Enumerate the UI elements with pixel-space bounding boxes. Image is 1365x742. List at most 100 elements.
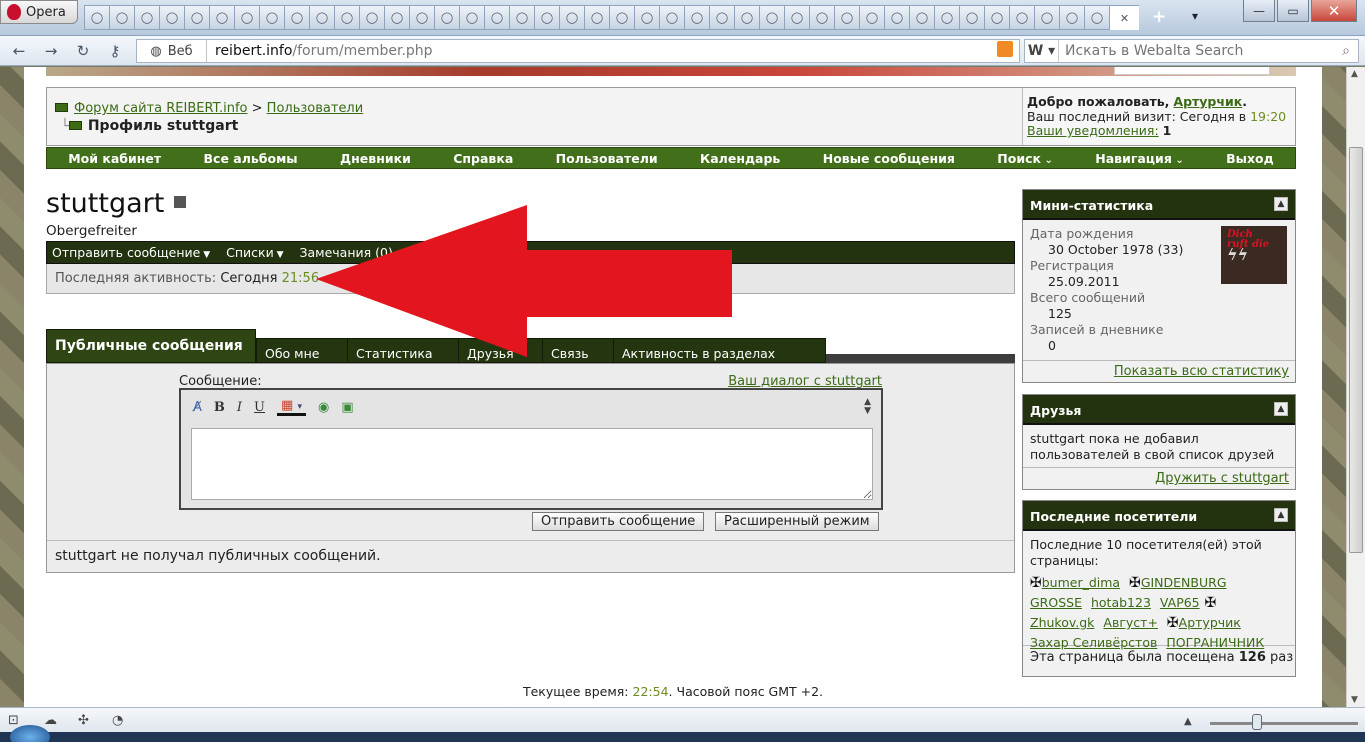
add-friend-link[interactable]: Дружить с stuttgart [1155, 471, 1289, 486]
address-mode[interactable]: ◍ Веб [137, 40, 207, 62]
visitor-link[interactable]: GROSSE [1030, 595, 1082, 610]
browser-tab[interactable]: ◯ [409, 5, 434, 30]
scroll-down-icon[interactable]: ▼ [1351, 695, 1358, 705]
nav-item[interactable]: Навигация ⌄ [1095, 151, 1183, 166]
text-color-icon[interactable]: ▦ ▾ [277, 398, 306, 416]
browser-tab[interactable]: ◯ [309, 5, 334, 30]
send-message-button[interactable]: Отправить сообщение [532, 512, 705, 531]
show-all-stats-link[interactable]: Показать всю статистику [1114, 364, 1289, 379]
browser-tab[interactable]: ◯ [134, 5, 159, 30]
forward-icon[interactable]: → [40, 40, 62, 62]
search-engine-selector[interactable]: W ▾ [1025, 40, 1059, 62]
bold-icon[interactable]: B [214, 400, 225, 415]
italic-icon[interactable]: I [237, 400, 242, 415]
browser-tab[interactable]: ◯ [259, 5, 284, 30]
dialog-link[interactable]: Ваш диалог с stuttgart [728, 374, 882, 389]
collapse-icon[interactable]: ▲ [1274, 197, 1288, 211]
visitor-link[interactable]: hotab123 [1091, 595, 1151, 610]
zoom-menu-icon[interactable]: ▲ [1184, 716, 1192, 727]
visitor-link[interactable]: Zhukov.gk [1030, 615, 1094, 630]
maximize-icon[interactable]: ▭ [1277, 0, 1309, 22]
browser-tab[interactable]: ◯ [834, 5, 859, 30]
visitor-link[interactable]: bumer_dima [1042, 575, 1120, 590]
scrollbar-thumb[interactable] [1349, 147, 1363, 553]
browser-tab[interactable]: ◯ [509, 5, 534, 30]
message-textarea[interactable] [191, 428, 873, 500]
collapse-icon[interactable]: ▲ [1274, 508, 1288, 522]
browser-tab[interactable]: ◯ [1059, 5, 1084, 30]
browser-tab[interactable]: ◯ [784, 5, 809, 30]
nav-item[interactable]: Справка [453, 151, 513, 166]
browser-tab[interactable]: ◯ [659, 5, 684, 30]
browser-tab[interactable]: ◯ [934, 5, 959, 30]
vertical-scrollbar[interactable]: ▲ ▼ [1346, 67, 1365, 707]
profile-action[interactable]: Списки ▼ [226, 245, 283, 260]
notifications-link[interactable]: Ваши уведомления: [1027, 123, 1159, 138]
start-button[interactable] [10, 725, 50, 742]
browser-tab[interactable]: ◯ [84, 5, 109, 30]
nav-item[interactable]: Новые сообщения [823, 151, 955, 166]
browser-tab[interactable]: ◯ [209, 5, 234, 30]
profile-tab[interactable]: Обо мне [256, 338, 348, 363]
active-tab[interactable]: ✕ [1109, 5, 1139, 30]
browser-tab[interactable]: ◯ [434, 5, 459, 30]
breadcrumb-root-link[interactable]: Форум сайта REIBERT.info [74, 101, 247, 116]
nav-item[interactable]: Пользователи [556, 151, 658, 166]
current-user-link[interactable]: Артурчик [1173, 94, 1242, 109]
rss-feed-icon[interactable] [997, 41, 1013, 57]
nav-item[interactable]: Поиск ⌄ [997, 151, 1053, 166]
minimize-icon[interactable]: — [1243, 0, 1275, 22]
browser-tab[interactable]: ◯ [459, 5, 484, 30]
browser-tab[interactable]: ◯ [734, 5, 759, 30]
browser-tab[interactable]: ◯ [1034, 5, 1059, 30]
profile-tab[interactable]: Статистика [347, 338, 459, 363]
visitor-link[interactable]: Захар Селивёрстов [1030, 635, 1157, 650]
insert-link-icon[interactable]: ◉ [318, 400, 329, 415]
address-url[interactable]: reibert.info/forum/member.php [207, 43, 433, 59]
browser-tab[interactable]: ◯ [709, 5, 734, 30]
key-icon[interactable]: ⚷ [104, 40, 126, 62]
opera-menu-button[interactable]: Opera [0, 0, 78, 24]
zoom-slider-handle[interactable] [1252, 714, 1262, 730]
profile-tab[interactable]: Друзья [458, 338, 543, 363]
nav-item[interactable]: Мой кабинет [68, 151, 161, 166]
collapse-icon[interactable]: ▲ [1274, 402, 1288, 416]
insert-image-icon[interactable]: ▣ [341, 400, 353, 415]
browser-tab[interactable]: ◯ [609, 5, 634, 30]
browser-tab[interactable]: ◯ [359, 5, 384, 30]
underline-icon[interactable]: U [254, 400, 265, 415]
browser-tab[interactable]: ◯ [759, 5, 784, 30]
nav-item[interactable]: Дневники [340, 151, 411, 166]
zoom-slider-track[interactable] [1210, 722, 1358, 725]
back-icon[interactable]: ← [8, 40, 30, 62]
browser-tab[interactable]: ◯ [534, 5, 559, 30]
resize-editor-icon[interactable]: ▲ ▼ [864, 398, 871, 416]
profile-action[interactable]: Замечания (0) [300, 245, 393, 260]
visitor-link[interactable]: Артурчик [1179, 615, 1241, 630]
browser-tab[interactable]: ◯ [1009, 5, 1034, 30]
panel-toggle-icon[interactable]: ⊡ [8, 713, 19, 728]
browser-tab[interactable]: ◯ [909, 5, 934, 30]
tab-menu-icon[interactable]: ▾ [1192, 9, 1198, 23]
visitor-link[interactable]: ПОГРАНИЧНИК [1166, 635, 1264, 650]
search-box[interactable]: W ▾ ⌕ [1024, 39, 1359, 63]
browser-tab[interactable]: ◯ [384, 5, 409, 30]
browser-tab[interactable]: ◯ [809, 5, 834, 30]
speed-dial-icon[interactable]: ◔ [112, 713, 123, 728]
visitor-link[interactable]: VAP65 [1160, 595, 1200, 610]
profile-action[interactable]: Отправить сообщение ▼ [52, 245, 210, 260]
browser-tab[interactable]: ◯ [634, 5, 659, 30]
browser-tab[interactable]: ◯ [859, 5, 884, 30]
browser-tab[interactable]: ◯ [559, 5, 584, 30]
profile-tab[interactable]: Активность в разделах [613, 338, 826, 363]
banner-search-field[interactable] [1114, 67, 1270, 75]
reload-icon[interactable]: ↻ [72, 40, 94, 62]
browser-tab[interactable]: ◯ [159, 5, 184, 30]
profile-tab[interactable]: Связь [542, 338, 614, 363]
breadcrumb-parent-link[interactable]: Пользователи [267, 101, 364, 116]
visitor-link[interactable]: GINDENBURG [1141, 575, 1227, 590]
browser-tab[interactable]: ◯ [334, 5, 359, 30]
browser-tab[interactable]: ◯ [484, 5, 509, 30]
address-field[interactable]: ◍ Веб reibert.info/forum/member.php [136, 39, 1020, 63]
profile-tab[interactable]: Публичные сообщения [46, 329, 256, 363]
